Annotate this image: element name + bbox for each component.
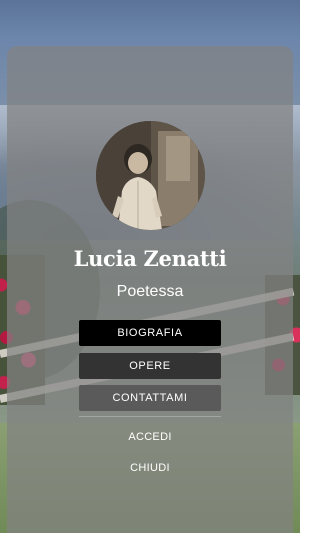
close-menu-link[interactable]: CHIUDI xyxy=(79,458,221,478)
biography-button[interactable]: BIOGRAFIA xyxy=(79,320,221,346)
works-button[interactable]: OPERE xyxy=(79,353,221,379)
avatar xyxy=(96,121,205,230)
profile-name: Lucia Zenatti xyxy=(73,246,227,271)
menu-divider xyxy=(79,416,221,417)
login-link[interactable]: ACCEDI xyxy=(79,427,221,447)
portrait-photo-icon xyxy=(96,121,205,230)
contact-button[interactable]: CONTATTAMI xyxy=(79,385,221,411)
profile-role: Poetessa xyxy=(116,283,184,300)
